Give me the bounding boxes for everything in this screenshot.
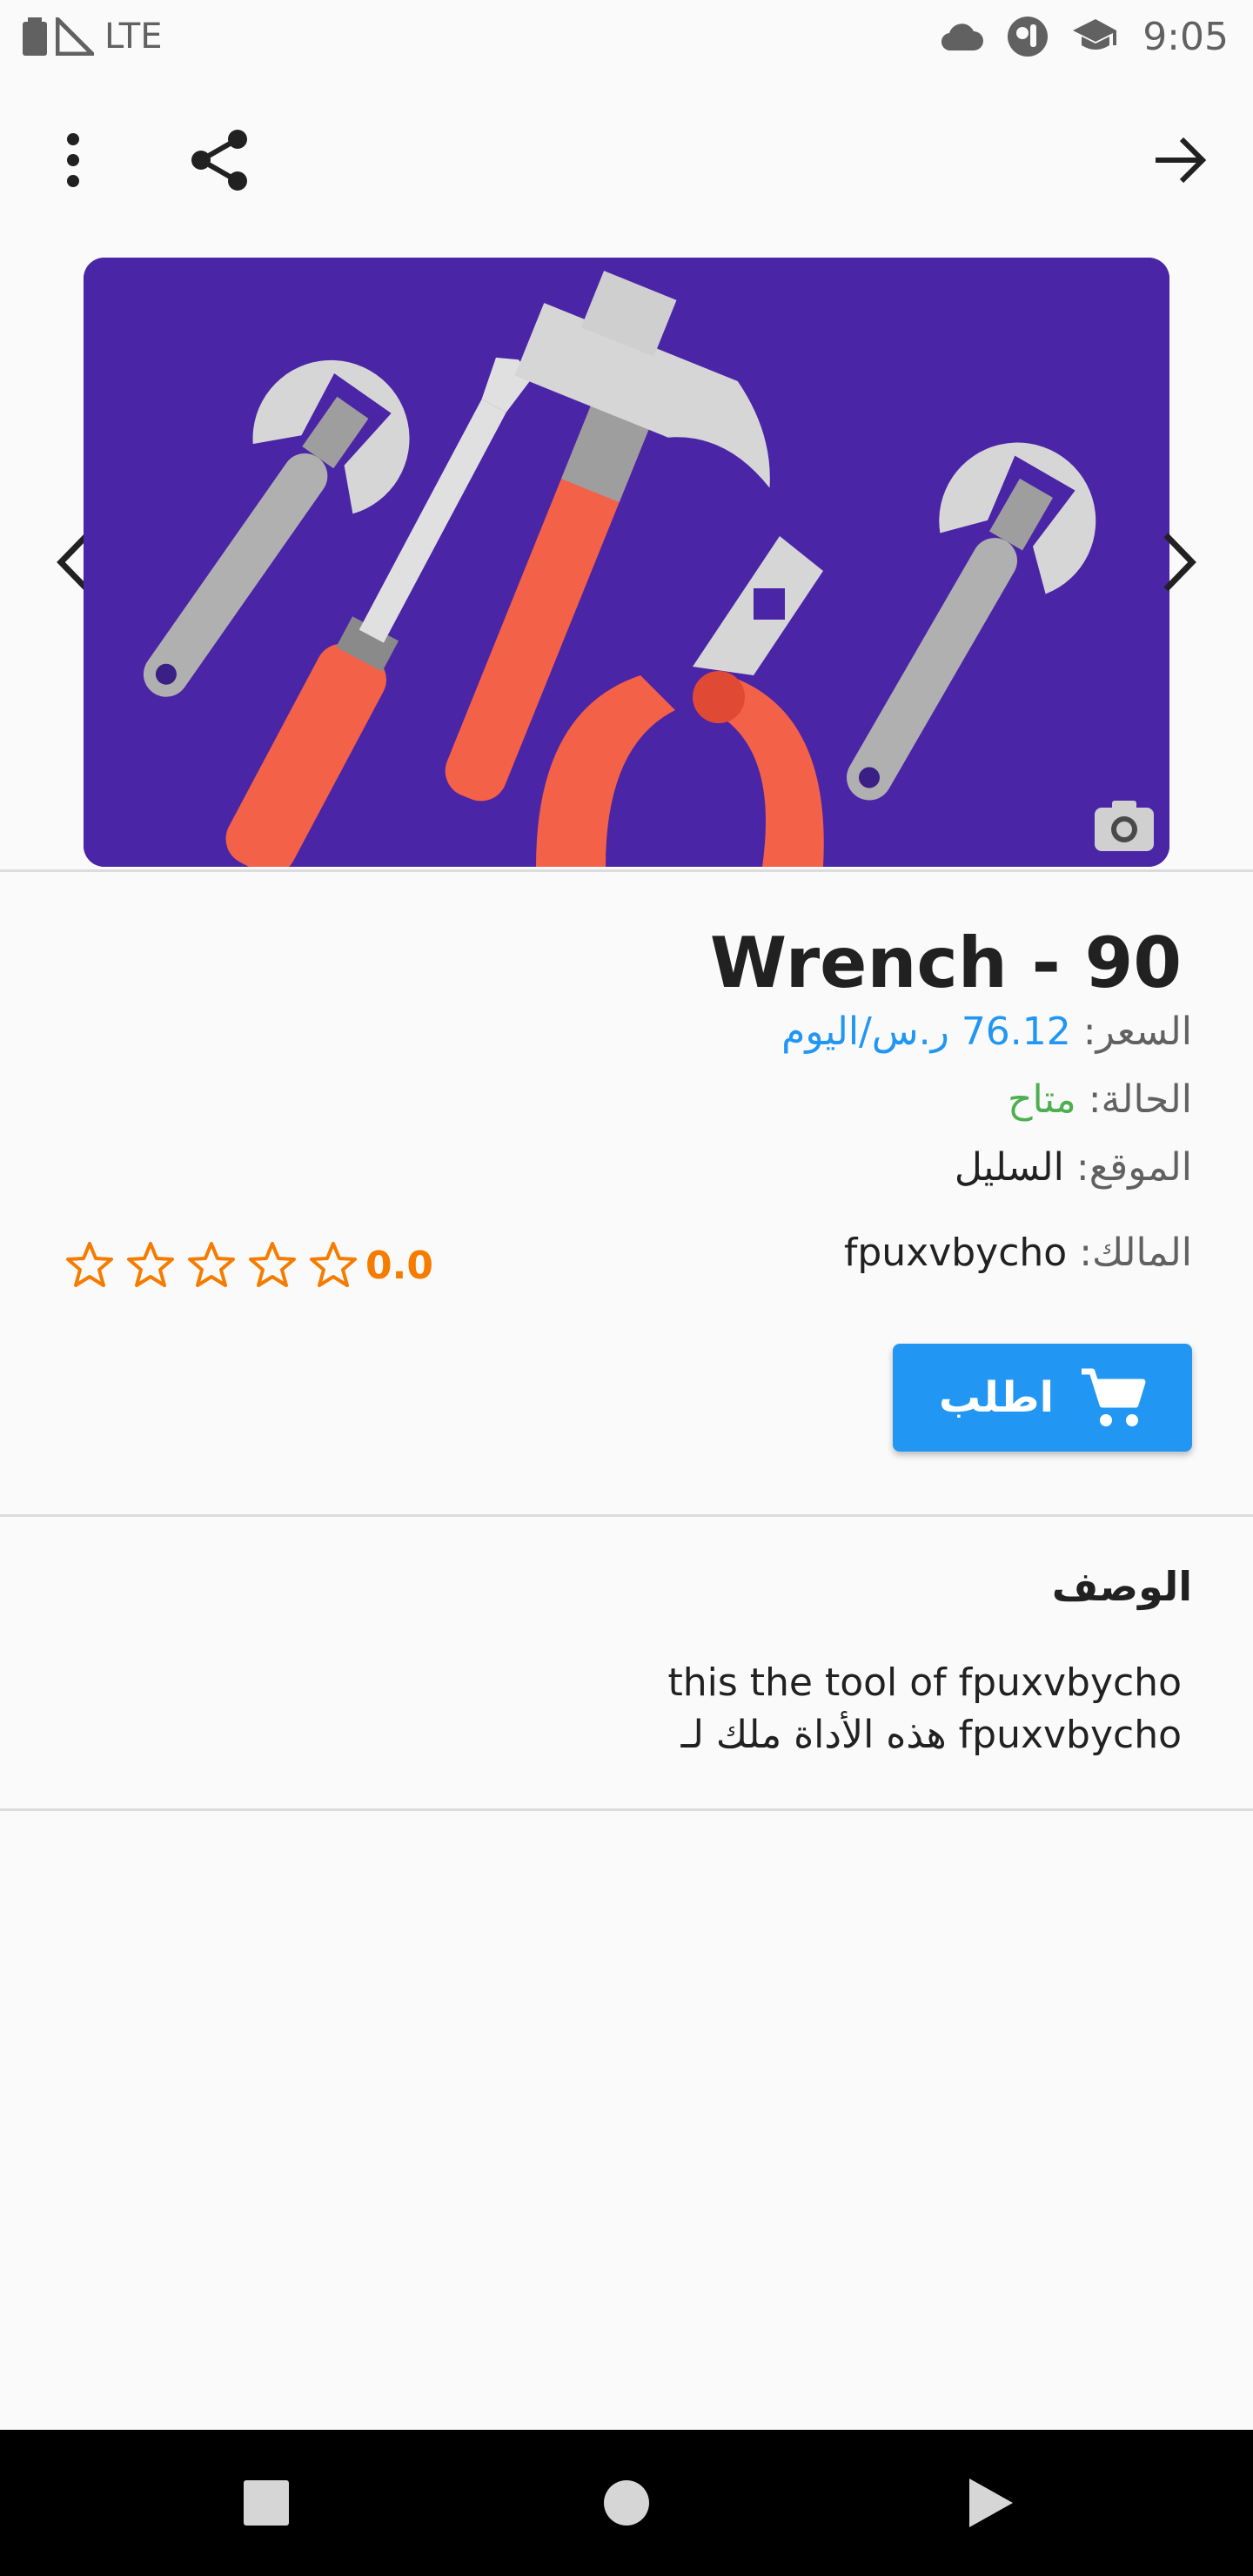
chevron-right-icon [1163,533,1196,592]
description-heading: الوصف [1051,1563,1192,1610]
tool-photo[interactable] [84,258,1169,867]
camera-icon [1095,801,1154,851]
home-icon [604,2480,649,2526]
school-icon [1073,19,1117,50]
star-empty-icon [66,1242,113,1287]
divider [0,1514,1253,1517]
owner-label: المالك: [1079,1231,1192,1275]
star-empty-icon [249,1242,296,1287]
tool-title: Wrench - 90 [709,922,1182,1003]
cart-icon [1082,1368,1146,1426]
location-label: الموقع: [1075,1145,1192,1190]
system-back-button[interactable] [961,2473,1020,2532]
back-button[interactable] [1142,122,1218,198]
signal-icon [56,17,94,56]
location-row: الموقع: السليل [955,1145,1192,1190]
more-vert-icon [67,133,79,187]
battery-icon [23,17,47,56]
network-type: LTE [104,17,163,57]
status-value: متاح [1008,1077,1076,1122]
arrow-forward-icon [1156,137,1207,184]
back-triangle-icon [969,2479,1013,2527]
status-row: الحالة: متاح [1008,1077,1192,1122]
order-button-label: اطلب [938,1373,1055,1422]
share-icon [191,130,247,191]
rating-value: 0.0 [365,1243,433,1288]
status-label: الحالة: [1088,1077,1192,1122]
tools-illustration [84,258,1169,867]
star-empty-icon [188,1242,235,1287]
order-button[interactable]: اطلب [893,1344,1192,1452]
app-bar [0,87,1253,233]
owner-value[interactable]: fpuxvbycho [844,1231,1067,1275]
image-gallery [0,258,1253,870]
system-navigation-bar [0,2430,1253,2576]
star-empty-icon [127,1242,174,1287]
recents-button[interactable] [237,2473,296,2532]
owner-row: المالك: fpuxvbycho [844,1231,1192,1275]
status-bar: LTE 9:05 [0,0,1253,73]
rating[interactable]: 0.0 [64,1239,433,1291]
share-button[interactable] [181,122,258,198]
clock: 9:05 [1142,14,1229,59]
cloud-icon [941,23,984,51]
recents-icon [244,2480,289,2526]
next-image-button[interactable] [1149,527,1211,597]
location-value: السليل [954,1145,1064,1190]
more-options-button[interactable] [35,122,111,198]
app-notification-icon [1008,17,1049,57]
divider [0,1808,1253,1811]
price-label: السعر: [1082,1010,1192,1054]
home-button[interactable] [597,2473,656,2532]
star-empty-icon [310,1242,357,1287]
price-value: 76.12 ر.س/اليوم [781,1010,1071,1054]
price-row: السعر: 76.12 ر.س/اليوم [781,1010,1192,1054]
description-text: this the tool of fpuxvbycho هذه الأداة م… [667,1660,1182,1757]
